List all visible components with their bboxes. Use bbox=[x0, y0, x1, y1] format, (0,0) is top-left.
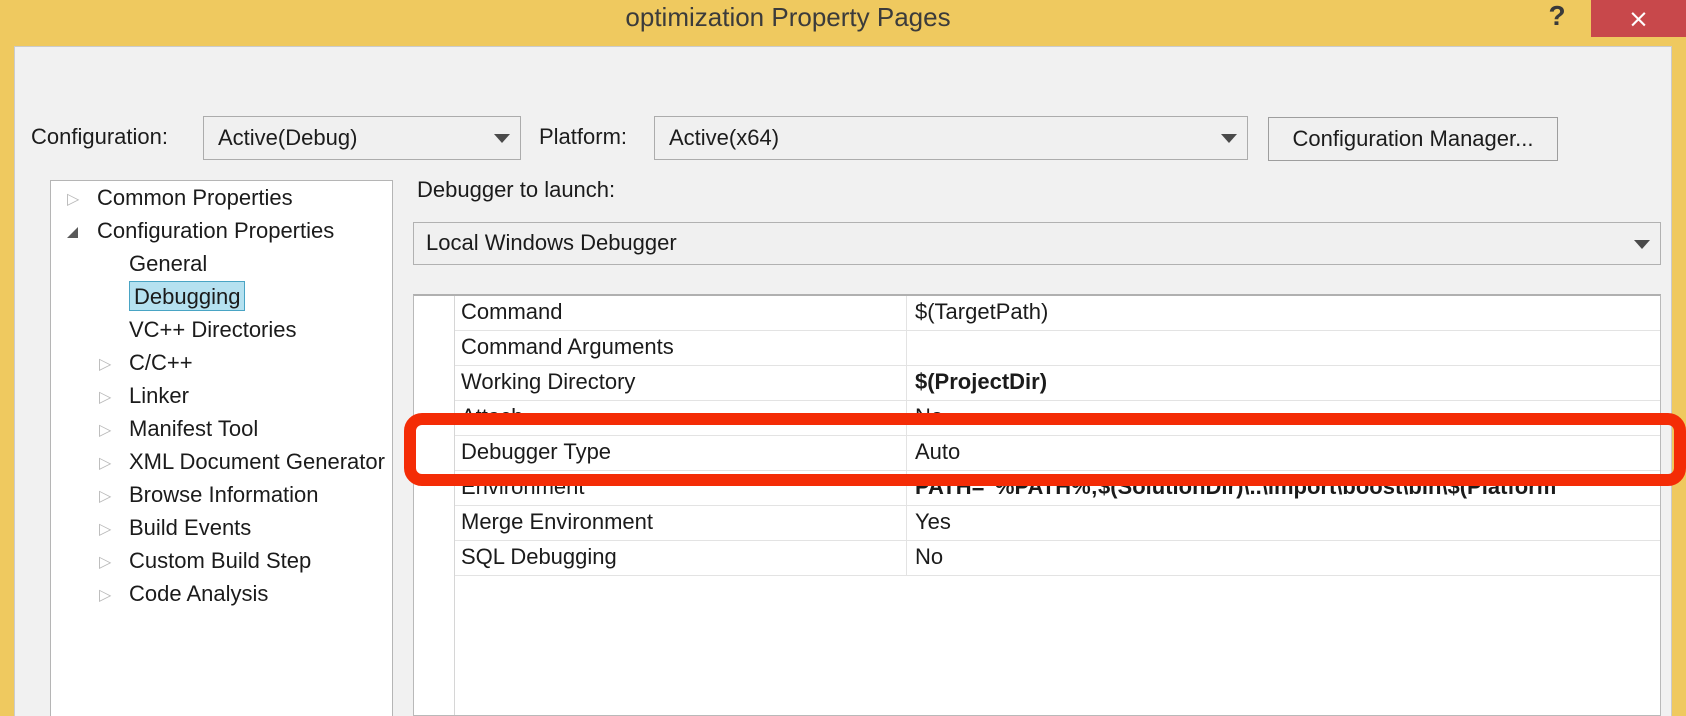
chevron-right-icon[interactable]: ▷ bbox=[99, 357, 111, 373]
tree-item-label: Manifest Tool bbox=[129, 416, 259, 441]
tree-item-common-properties[interactable]: ▷ Common Properties bbox=[51, 181, 392, 214]
tree-item-xml-document-generator[interactable]: ▷ XML Document Generator bbox=[51, 445, 392, 478]
column-divider bbox=[906, 541, 907, 576]
property-row[interactable]: Command Arguments bbox=[455, 331, 1660, 366]
tree-item-general[interactable]: General bbox=[51, 247, 392, 280]
tree-item-label: Debugging bbox=[129, 281, 246, 311]
column-divider bbox=[906, 296, 907, 331]
debugger-to-launch-dropdown[interactable]: Local Windows Debugger bbox=[413, 222, 1661, 265]
tree-item-label: Custom Build Step bbox=[129, 548, 312, 573]
debugger-to-launch-label: Debugger to launch: bbox=[417, 177, 616, 202]
tree-item-custom-build-step[interactable]: ▷ Custom Build Step bbox=[51, 544, 392, 577]
property-name: Attach bbox=[461, 404, 524, 429]
chevron-right-icon[interactable]: ▷ bbox=[99, 588, 111, 604]
property-name: Environment bbox=[461, 474, 585, 499]
tree-item-label: Code Analysis bbox=[129, 581, 269, 606]
tree-item-label: Browse Information bbox=[129, 482, 319, 507]
configuration-dropdown[interactable]: Active(Debug) bbox=[203, 116, 521, 160]
property-pages-dialog: optimization Property Pages ? × Configur… bbox=[0, 0, 1686, 716]
debugger-to-launch-value: Local Windows Debugger bbox=[426, 230, 677, 255]
property-row[interactable]: Debugger Type Auto bbox=[455, 436, 1660, 471]
tree-item-debugging[interactable]: Debugging bbox=[51, 280, 392, 313]
tree-item-c-c[interactable]: ▷ C/C++ bbox=[51, 346, 392, 379]
chevron-right-icon[interactable]: ▷ bbox=[99, 489, 111, 505]
configuration-manager-label: Configuration Manager... bbox=[1292, 126, 1534, 151]
tree-item-label: C/C++ bbox=[129, 350, 193, 375]
platform-dropdown[interactable]: Active(x64) bbox=[654, 116, 1248, 160]
tree-item-label: VC++ Directories bbox=[129, 317, 297, 342]
property-name: Command Arguments bbox=[461, 334, 674, 359]
configuration-label: Configuration: bbox=[31, 124, 168, 149]
property-value[interactable]: PATH="%PATH%;$(SolutionDir)\..\import\bo… bbox=[915, 474, 1655, 500]
help-question-icon: ? bbox=[1548, 0, 1566, 31]
chevron-down-filled-icon[interactable] bbox=[67, 227, 78, 238]
property-value[interactable]: $(TargetPath) bbox=[915, 299, 1655, 325]
tree-item-configuration-properties[interactable]: Configuration Properties bbox=[51, 214, 392, 247]
property-row[interactable]: Attach No bbox=[455, 401, 1660, 436]
tree-item-label: Build Events bbox=[129, 515, 252, 540]
tree-item-manifest-tool[interactable]: ▷ Manifest Tool bbox=[51, 412, 392, 445]
properties-tree[interactable]: ▷ Common Properties Configuration Properti… bbox=[50, 180, 393, 716]
property-name: SQL Debugging bbox=[461, 544, 617, 569]
close-button[interactable]: × bbox=[1591, 0, 1686, 37]
configuration-value: Active(Debug) bbox=[218, 125, 358, 150]
chevron-right-icon[interactable]: ▷ bbox=[67, 192, 79, 208]
tree-item-build-events[interactable]: ▷ Build Events bbox=[51, 511, 392, 544]
property-row[interactable]: Merge Environment Yes bbox=[455, 506, 1660, 541]
tree-item-linker[interactable]: ▷ Linker bbox=[51, 379, 392, 412]
tree-item-label: Configuration Properties bbox=[97, 218, 335, 243]
dialog-content: Configuration: Active(Debug) Platform: A… bbox=[14, 46, 1672, 716]
tree-item-label: Common Properties bbox=[97, 185, 293, 210]
chevron-down-icon bbox=[494, 134, 510, 143]
chevron-down-icon bbox=[1634, 239, 1650, 249]
property-value[interactable]: No bbox=[915, 404, 1655, 430]
configuration-manager-button[interactable]: Configuration Manager... bbox=[1268, 117, 1558, 161]
tree-item-label: XML Document Generator bbox=[129, 449, 385, 474]
property-value[interactable]: Yes bbox=[915, 509, 1655, 535]
property-name: Command bbox=[461, 299, 563, 324]
chevron-right-icon[interactable]: ▷ bbox=[99, 522, 111, 538]
chevron-right-icon[interactable]: ▷ bbox=[99, 555, 111, 571]
column-divider bbox=[906, 471, 907, 506]
tree-item-vc-directories[interactable]: VC++ Directories bbox=[51, 313, 392, 346]
property-row[interactable]: Environment PATH="%PATH%;$(SolutionDir)\.… bbox=[455, 471, 1660, 506]
property-row[interactable]: Command $(TargetPath) bbox=[455, 296, 1660, 331]
column-divider bbox=[906, 401, 907, 436]
property-name: Working Directory bbox=[461, 369, 636, 394]
property-name: Debugger Type bbox=[461, 439, 612, 464]
column-divider bbox=[906, 436, 907, 471]
property-grid[interactable]: Command $(TargetPath) Command Arguments Wor… bbox=[413, 294, 1661, 716]
platform-value: Active(x64) bbox=[669, 125, 780, 150]
property-row[interactable]: Working Directory $(ProjectDir) bbox=[455, 366, 1660, 401]
chevron-down-icon bbox=[1221, 134, 1237, 143]
column-divider bbox=[906, 331, 907, 366]
tree-item-code-analysis[interactable]: ▷ Code Analysis bbox=[51, 577, 392, 610]
title-bar: optimization Property Pages ? × bbox=[0, 0, 1686, 46]
property-value[interactable]: Auto bbox=[915, 439, 1655, 465]
platform-label: Platform: bbox=[539, 124, 628, 149]
tree-item-browse-information[interactable]: ▷ Browse Information bbox=[51, 478, 392, 511]
chevron-right-icon[interactable]: ▷ bbox=[99, 390, 111, 406]
grid-gutter bbox=[414, 296, 455, 715]
property-value[interactable]: $(ProjectDir) bbox=[915, 369, 1655, 395]
chevron-right-icon[interactable]: ▷ bbox=[99, 423, 111, 439]
property-name: Merge Environment bbox=[461, 509, 653, 534]
help-button[interactable]: ? bbox=[1540, 0, 1574, 34]
property-value[interactable]: No bbox=[915, 544, 1655, 570]
chevron-right-icon[interactable]: ▷ bbox=[99, 456, 111, 472]
tree-item-label: General bbox=[129, 251, 208, 276]
tree-item-label: Linker bbox=[129, 383, 189, 408]
close-x-icon: × bbox=[1628, 4, 1649, 33]
column-divider bbox=[906, 506, 907, 541]
column-divider bbox=[906, 366, 907, 401]
property-row[interactable]: SQL Debugging No bbox=[455, 541, 1660, 576]
window-title: optimization Property Pages bbox=[625, 2, 951, 32]
